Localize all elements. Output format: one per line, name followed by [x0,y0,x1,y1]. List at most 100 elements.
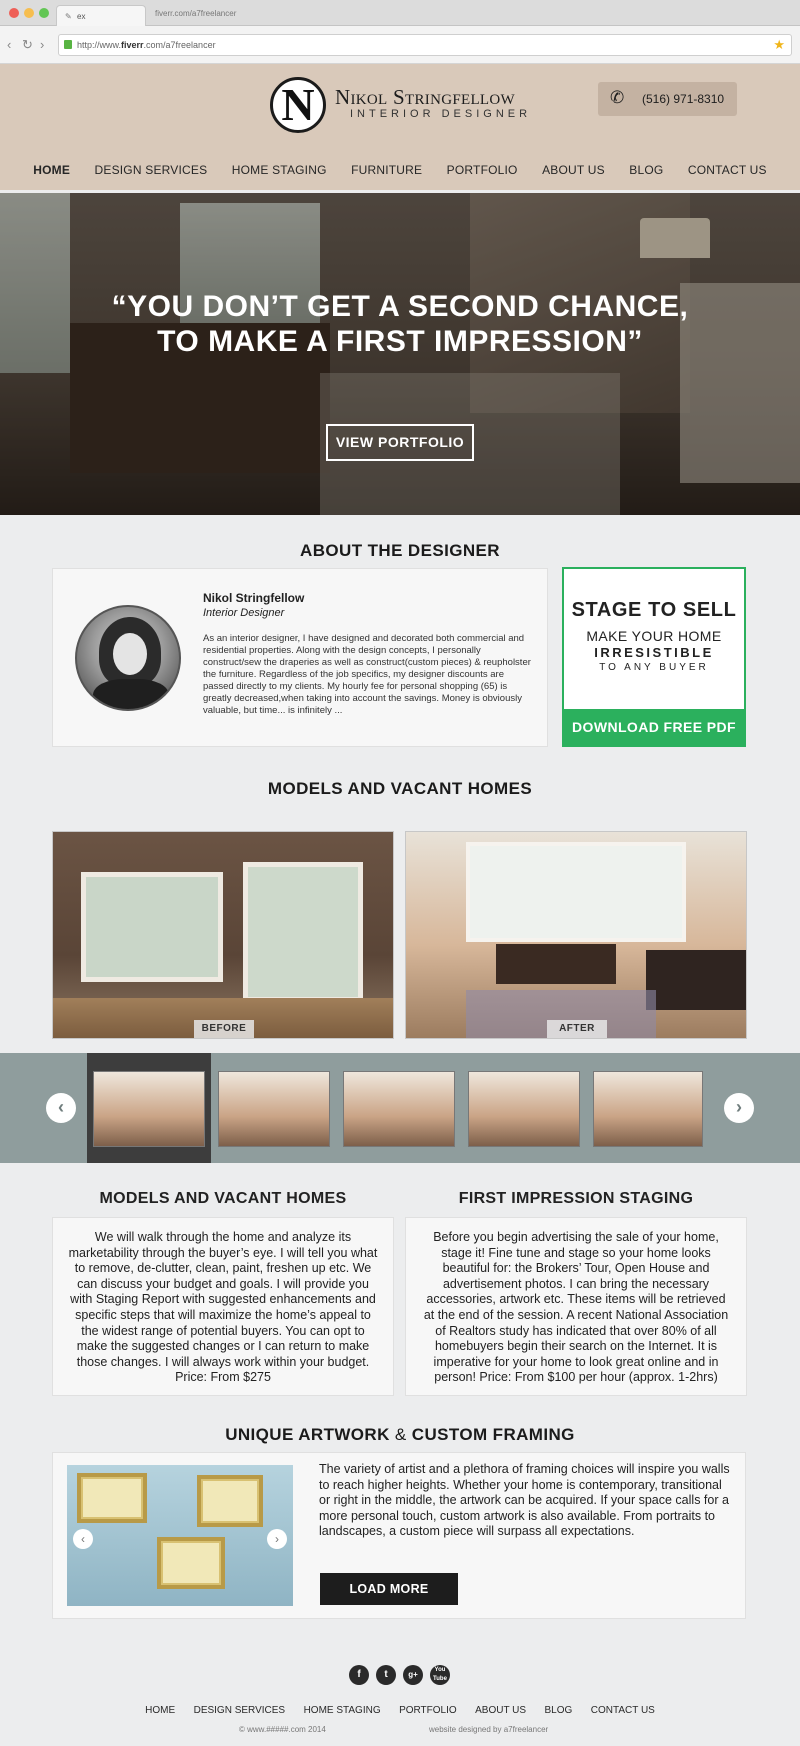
thumbnail-1[interactable] [93,1071,205,1147]
nav-portfolio[interactable]: PORTFOLIO [447,163,518,177]
nav-home[interactable]: HOME [33,163,70,177]
about-card: Nikol Stringfellow Interior Designer As … [52,568,548,747]
forward-icon[interactable]: › [40,38,44,51]
footer-nav-portfolio[interactable]: PORTFOLIO [399,1705,457,1716]
thumbnail-4[interactable] [468,1071,580,1147]
maximize-window-dot[interactable] [39,8,49,18]
phone-icon: ✆ [610,88,625,107]
url-suffix: .com/a7freelancer [143,40,216,50]
thumbnail-2[interactable] [218,1071,330,1147]
strip-next-arrow-icon[interactable]: › [724,1093,754,1123]
reload-icon[interactable]: ↻ [22,38,33,51]
browser-tab-bar: ✎ ex fiverr.com/a7freelancer [0,0,800,26]
avatar-shoulders [93,679,169,709]
url-input[interactable]: http://www.fiverr.com/a7freelancer ★ [58,34,792,56]
tab-title: ex [77,12,86,21]
nav-home-staging[interactable]: HOME STAGING [232,163,327,177]
youtube-icon[interactable]: You Tube [430,1665,450,1685]
page-icon: ✎ [65,12,72,21]
footer-nav-blog[interactable]: BLOG [545,1705,573,1716]
google-plus-icon[interactable]: g+ [403,1665,423,1685]
designer-avatar [75,605,181,711]
footer-nav-about-us[interactable]: ABOUT US [475,1705,526,1716]
twitter-icon[interactable]: t [376,1665,396,1685]
nav-design-services[interactable]: DESIGN SERVICES [95,163,208,177]
staging-text-card: Before you begin advertising the sale of… [405,1217,747,1396]
strip-prev-arrow-icon[interactable]: ‹ [46,1093,76,1123]
hero-banner: “YOU DON’T GET A SECOND CHANCE, TO MAKE … [0,193,800,515]
footer-nav-design-services[interactable]: DESIGN SERVICES [194,1705,286,1716]
brand-subtitle: INTERIOR DESIGNER [350,108,532,120]
stage-line-1: MAKE YOUR HOME [586,628,722,644]
stage-to-sell-card: STAGE TO SELL MAKE YOUR HOME IRRESISTIBL… [562,567,746,747]
after-windows [466,842,686,942]
artwork-title-part-1: UNIQUE ARTWORK [225,1425,390,1444]
nav-furniture[interactable]: FURNITURE [351,163,422,177]
designer-name: Nikol Stringfellow [203,591,305,605]
back-icon[interactable]: ‹ [7,38,11,51]
nav-about-us[interactable]: ABOUT US [542,163,605,177]
footer-nav-home-staging[interactable]: HOME STAGING [304,1705,381,1716]
before-photo[interactable]: BEFORE [52,831,394,1039]
url-prefix: http://www. [77,40,122,50]
thumbnail-5[interactable] [593,1071,703,1147]
hero-quote-line-2: TO MAKE A FIRST IMPRESSION” [157,325,643,358]
models-column-title: MODELS AND VACANT HOMES [99,1190,347,1207]
after-label: AFTER [547,1020,607,1038]
stage-line-3: TO ANY BUYER [599,662,709,673]
staging-column-title: FIRST IMPRESSION STAGING [458,1190,694,1207]
main-nav: HOME DESIGN SERVICES HOME STAGING FURNIT… [0,161,800,179]
after-desk [646,950,746,1010]
artwork-image: ‹ › [67,1465,293,1606]
before-french-doors [243,862,363,1002]
new-tab-url-hint: fiverr.com/a7freelancer [155,9,237,18]
url-domain: fiverr [121,40,144,50]
address-bar-row: ‹ ↻ › http://www.fiverr.com/a7freelancer… [0,26,800,64]
bookmark-star-icon[interactable]: ★ [773,37,785,53]
load-more-button[interactable]: LOAD MORE [320,1573,458,1605]
nav-blog[interactable]: BLOG [629,163,663,177]
after-photo[interactable]: AFTER [405,831,747,1039]
download-pdf-button[interactable]: DOWNLOAD FREE PDF [564,709,744,745]
stage-line-2: IRRESISTIBLE [594,645,714,660]
footer-nav: HOME DESIGN SERVICES HOME STAGING PORTFO… [0,1700,800,1718]
artwork-section-title: UNIQUE ARTWORK & CUSTOM FRAMING [0,1425,800,1445]
footer-nav-contact-us[interactable]: CONTACT US [591,1705,655,1716]
footer-nav-home[interactable]: HOME [145,1705,175,1716]
artwork-text: The variety of artist and a plethora of … [319,1462,730,1539]
phone-box[interactable]: ✆ (516) 971-8310 [598,82,737,116]
models-text-card: We will walk through the home and analyz… [52,1217,394,1396]
avatar-face [113,633,147,675]
models-section-title: MODELS AND VACANT HOMES [267,779,533,798]
stage-title: STAGE TO SELL [571,599,737,621]
close-window-dot[interactable] [9,8,19,18]
hero-quote-line-1: “YOU DON’T GET A SECOND CHANCE, [111,290,689,323]
site-header: N Nikol Stringfellow INTERIOR DESIGNER ✆… [0,64,800,190]
artwork-next-arrow-icon[interactable]: › [267,1529,287,1549]
browser-tab[interactable]: ✎ ex [56,5,146,26]
artwork-card: ‹ › The variety of artist and a plethora… [52,1452,746,1619]
view-portfolio-button[interactable]: VIEW PORTFOLIO [326,424,474,461]
nav-contact-us[interactable]: CONTACT US [688,163,767,177]
frame-picture-2 [197,1475,263,1527]
lock-icon [64,40,72,49]
designer-role: Interior Designer [203,607,285,619]
brand-name[interactable]: Nikol Stringfellow [335,85,515,110]
logo-icon[interactable]: N [270,77,326,133]
artwork-prev-arrow-icon[interactable]: ‹ [73,1529,93,1549]
hero-quote: “YOU DON’T GET A SECOND CHANCE, TO MAKE … [0,289,800,359]
phone-number: (516) 971-8310 [642,92,725,106]
before-window-left [81,872,223,982]
after-table [496,944,616,984]
artwork-title-amp: & [394,1425,407,1444]
footer-credit[interactable]: website designed by a7freelancer [429,1725,548,1734]
frame-picture-1 [77,1473,147,1523]
artwork-title-part-2: CUSTOM FRAMING [411,1425,575,1444]
minimize-window-dot[interactable] [24,8,34,18]
footer-copyright: © www.#####.com 2014 [239,1725,326,1734]
facebook-icon[interactable]: f [349,1665,369,1685]
about-section-title: ABOUT THE DESIGNER [300,541,500,560]
about-text: As an interior designer, I have designed… [203,633,531,716]
thumbnail-strip: ‹ › [0,1053,800,1163]
thumbnail-3[interactable] [343,1071,455,1147]
